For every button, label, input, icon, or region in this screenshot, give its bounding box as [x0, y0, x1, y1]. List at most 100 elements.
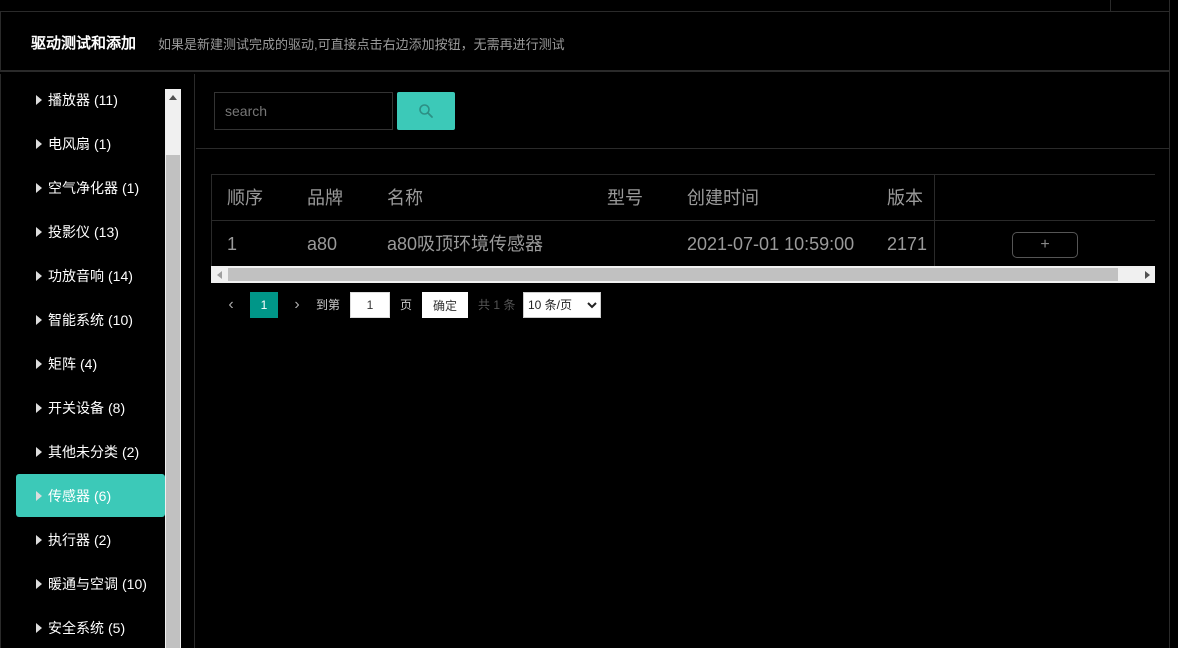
page-size-select[interactable]: 10 条/页	[523, 292, 601, 318]
sidebar-item[interactable]: 其他未分类 (2)	[16, 430, 165, 473]
column-divider	[934, 175, 935, 267]
sidebar-item-label: 空气净化器	[48, 179, 118, 196]
search-input[interactable]	[214, 92, 393, 130]
caret-right-icon	[36, 622, 42, 633]
sidebar-item-label: 开关设备	[48, 399, 104, 416]
cell-version: 2171	[887, 234, 928, 254]
caret-right-icon	[36, 314, 42, 325]
chevron-left-icon: ‹	[228, 296, 234, 313]
page-title: 驱动测试和添加	[31, 35, 137, 52]
chevron-right-icon: ›	[294, 296, 300, 313]
app-root: 驱动测试和添加 如果是新建测试完成的驱动,可直接点击右边添加按钮，无需再进行测试…	[0, 0, 1178, 648]
sidebar-item-count: (5)	[108, 619, 126, 636]
add-driver-button[interactable]: +	[1012, 232, 1078, 258]
page-unit-label: 页	[400, 298, 413, 312]
page-hint: 如果是新建测试完成的驱动,可直接点击右边添加按钮，无需再进行测试	[158, 37, 565, 52]
sidebar-item-label: 其他未分类	[48, 443, 118, 460]
sidebar-item-label: 矩阵	[48, 355, 76, 372]
scroll-right-button[interactable]	[1139, 266, 1155, 283]
sidebar-item[interactable]: 功放音响 (14)	[16, 254, 165, 297]
table-row: 1 a80 a80吸顶环境传感器 2021-07-01 10:59:00 217…	[212, 221, 1155, 267]
scrollbar-thumb[interactable]	[166, 155, 180, 648]
sidebar-item[interactable]: 播放器 (11)	[16, 78, 165, 121]
column-header-model: 型号	[607, 188, 643, 208]
driver-table-container: 顺序 品牌 名称 型号 创建时间 版本 1 a80 a80吸顶环境传感器 202…	[211, 174, 1155, 284]
cell-name: a80吸顶环境传感器	[387, 234, 544, 254]
sidebar-item[interactable]: 智能系统 (10)	[16, 298, 165, 341]
scroll-left-button[interactable]	[211, 266, 227, 283]
sidebar-item-label: 执行器	[48, 531, 90, 548]
sidebar-item[interactable]: 空气净化器 (1)	[16, 166, 165, 209]
category-list: 播放器 (11) 电风扇 (1) 空气净化器 (1) 投影仪 (13) 功放音响 (14) 智能系统…	[16, 78, 165, 648]
sidebar-item-count: (2)	[122, 443, 140, 460]
table-header: 顺序 品牌 名称 型号 创建时间 版本	[212, 175, 1155, 221]
caret-right-icon	[36, 490, 42, 501]
caret-right-icon	[36, 578, 42, 589]
page-number-current[interactable]: 1	[250, 292, 278, 318]
sidebar-item-label: 暖通与空调	[48, 575, 118, 592]
sidebar-item-label: 智能系统	[48, 311, 104, 328]
cell-brand: a80	[307, 234, 338, 254]
caret-right-icon	[36, 182, 42, 193]
sidebar-item-count: (4)	[80, 355, 98, 372]
sidebar-item[interactable]: 投影仪 (13)	[16, 210, 165, 253]
sidebar-item-count: (10)	[122, 575, 147, 592]
goto-label: 到第	[316, 298, 341, 312]
triangle-up-icon	[169, 94, 177, 100]
column-header-brand: 品牌	[307, 188, 343, 208]
sidebar-item[interactable]: 开关设备 (8)	[16, 386, 165, 429]
sidebar-item-count: (10)	[108, 311, 133, 328]
sidebar-scrollbar[interactable]	[165, 89, 181, 648]
sidebar-item[interactable]: 矩阵 (4)	[16, 342, 165, 385]
caret-right-icon	[36, 226, 42, 237]
sidebar-item[interactable]: 执行器 (2)	[16, 518, 165, 561]
search-icon	[418, 103, 434, 119]
sidebar-item-count: (13)	[94, 223, 119, 240]
main-panel: 顺序 品牌 名称 型号 创建时间 版本 1 a80 a80吸顶环境传感器 202…	[196, 74, 1169, 648]
sidebar-item-label: 传感器	[48, 487, 90, 504]
column-header-created: 创建时间	[687, 188, 759, 208]
scroll-up-button[interactable]	[165, 89, 181, 105]
sidebar-item[interactable]: 传感器 (6)	[16, 474, 165, 517]
caret-right-icon	[36, 534, 42, 545]
sidebar-item[interactable]: 电风扇 (1)	[16, 122, 165, 165]
top-strip-divider	[1110, 0, 1111, 11]
sidebar-item-count: (1)	[94, 135, 112, 152]
sidebar-item-label: 电风扇	[48, 135, 90, 152]
caret-right-icon	[36, 270, 42, 281]
sidebar-item-count: (8)	[108, 399, 126, 416]
sidebar-item[interactable]: 暖通与空调 (10)	[16, 562, 165, 605]
column-header-order: 顺序	[227, 188, 263, 208]
sidebar-item-label: 安全系统	[48, 619, 104, 636]
column-header-name: 名称	[387, 188, 423, 208]
top-strip	[0, 0, 1170, 12]
horizontal-scrollbar-thumb[interactable]	[228, 268, 1118, 281]
sidebar-item-count: (2)	[94, 531, 112, 548]
caret-right-icon	[36, 446, 42, 457]
search-button[interactable]	[397, 92, 455, 130]
outer-right-border	[1169, 0, 1170, 648]
caret-right-icon	[36, 138, 42, 149]
goto-page-input[interactable]	[350, 292, 390, 318]
caret-right-icon	[36, 94, 42, 105]
sidebar-item-count: (14)	[108, 267, 133, 284]
caret-right-icon	[36, 358, 42, 369]
driver-table: 顺序 品牌 名称 型号 创建时间 版本 1 a80 a80吸顶环境传感器 202…	[211, 174, 1155, 267]
sidebar-item-label: 播放器	[48, 91, 90, 108]
prev-page-button[interactable]: ‹	[224, 292, 238, 318]
column-header-version: 版本	[887, 188, 923, 208]
sidebar-item-count: (11)	[94, 91, 118, 108]
next-page-button[interactable]: ›	[290, 292, 304, 318]
sidebar-item-label: 投影仪	[48, 223, 90, 240]
page-header: 驱动测试和添加 如果是新建测试完成的驱动,可直接点击右边添加按钮，无需再进行测试	[0, 12, 1169, 72]
sidebar-item[interactable]: 安全系统 (5)	[16, 606, 165, 648]
cell-order: 1	[227, 234, 238, 254]
pagination: ‹ 1 › 到第 页 确定 共 1 条 10 条/页	[216, 292, 636, 318]
goto-confirm-button[interactable]: 确定	[422, 292, 468, 318]
category-sidebar: 播放器 (11) 电风扇 (1) 空气净化器 (1) 投影仪 (13) 功放音响 (14) 智能系统…	[0, 74, 195, 648]
total-count: 共 1 条	[478, 298, 516, 312]
cell-created: 2021-07-01 10:59:00	[687, 234, 855, 254]
table-horizontal-scrollbar[interactable]	[211, 266, 1155, 283]
sidebar-item-count: (6)	[94, 487, 112, 504]
sidebar-item-count: (1)	[122, 179, 140, 196]
